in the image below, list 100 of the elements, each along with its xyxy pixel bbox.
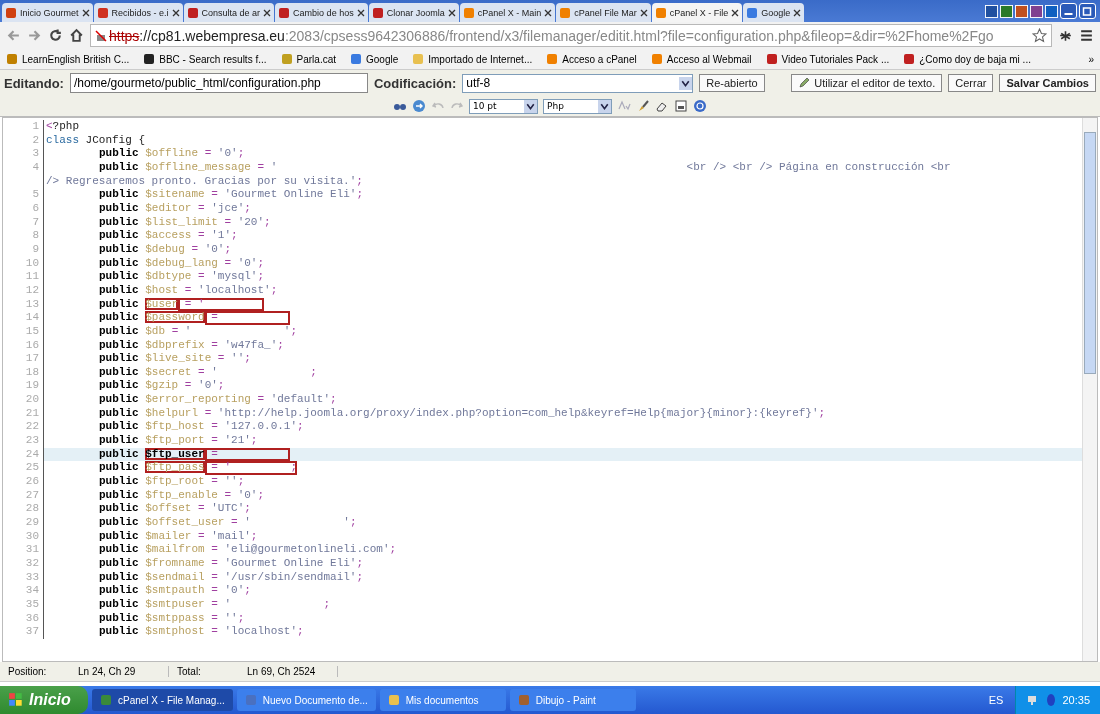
bookmark[interactable]: Importado de Internet... xyxy=(412,53,533,65)
close-icon[interactable] xyxy=(731,8,740,17)
favicon-icon xyxy=(765,53,778,65)
favicon-icon xyxy=(280,53,293,65)
star-icon[interactable] xyxy=(1032,28,1047,43)
code-line: public $gzip = '0'; xyxy=(98,379,225,394)
code-line: public $offline_message = ' <br /> <br /> Página en construcción <br xyxy=(98,160,951,175)
code-line: public $dbtype = 'mysql'; xyxy=(98,270,265,284)
bookmark[interactable]: LearnEnglish British C... xyxy=(6,53,130,65)
favicon-icon xyxy=(654,6,667,19)
code-line: /> Regresaremos pronto. Gracias por su visita.'; xyxy=(45,174,363,189)
bookmark[interactable]: Google xyxy=(350,53,399,65)
close-icon[interactable] xyxy=(356,8,365,17)
reload-icon[interactable] xyxy=(48,28,63,43)
window-icon[interactable] xyxy=(674,99,688,113)
favicon-icon xyxy=(903,53,916,65)
browser-tab[interactable]: Recibidos - e.i xyxy=(93,3,183,22)
code-line: public $debug = '0'; xyxy=(98,242,232,257)
browser-tab[interactable]: Cambio de hos xyxy=(275,3,368,22)
brush-icon[interactable] xyxy=(636,99,650,113)
code-line: public $ftp_host = '127.0.0.1'; xyxy=(98,420,304,435)
app-icon[interactable] xyxy=(985,4,998,18)
address-field[interactable]: https://cp81.webempresa.eu:2083/cpsess9642306886/frontend/x3/filemanager/editit.html?file=configuration.php&fileop=&dir=%2Fhome%2Fgo xyxy=(90,24,1052,47)
back-icon[interactable] xyxy=(6,28,21,43)
bookmark[interactable]: Parla.cat xyxy=(280,53,336,65)
browser-tab[interactable]: Inicio Gourmet xyxy=(2,3,93,22)
total-label: Total: xyxy=(176,666,202,677)
app-icon[interactable] xyxy=(1015,4,1028,18)
code-line: public $live_site = ''; xyxy=(98,352,251,366)
code-line: public $sendmail = '/usr/sbin/sendmail'; xyxy=(98,570,364,585)
restore-icon[interactable] xyxy=(1079,3,1096,19)
encoding-label: Codificación: xyxy=(373,75,457,91)
app-icon[interactable] xyxy=(1030,4,1043,18)
app-icon xyxy=(517,694,530,706)
close-icon[interactable] xyxy=(544,8,553,17)
code-line: public $error_reporting = 'default'; xyxy=(98,393,337,407)
font-size-select[interactable]: 10 pt xyxy=(469,98,538,114)
app-icon[interactable] xyxy=(1045,4,1058,18)
text-editor-button[interactable]: Utilizar el editor de texto. xyxy=(791,74,943,92)
menu-icon[interactable] xyxy=(1079,28,1094,43)
taskbar-item[interactable]: cPanel X - File Manag... xyxy=(92,689,233,711)
minimize-icon[interactable] xyxy=(1060,3,1077,19)
close-icon[interactable] xyxy=(639,8,648,17)
position-value: Ln 24, Ch 29 xyxy=(78,666,169,677)
close-icon[interactable] xyxy=(263,8,272,17)
bookmark[interactable]: Video Tutoriales Pack ... xyxy=(765,53,890,65)
favicon-icon xyxy=(96,6,109,19)
encoding-select[interactable]: utf-8 xyxy=(462,73,694,93)
code-line: class JConfig { xyxy=(45,133,146,148)
code-line: public $offset = 'UTC'; xyxy=(98,502,251,517)
code-line: public $dbprefix = 'w47fa_'; xyxy=(98,338,284,353)
forward-icon[interactable] xyxy=(27,28,42,43)
favicon-icon xyxy=(350,53,362,65)
code-line: public $debug_lang = '0'; xyxy=(98,256,265,271)
code-line: public $mailer = 'mail'; xyxy=(98,529,258,544)
code-line: <?php xyxy=(45,120,79,134)
bookmark[interactable]: BBC - Search results f... xyxy=(143,53,267,65)
app-icon[interactable] xyxy=(1000,4,1013,18)
bookmark[interactable]: ¿Como doy de baja mi ... xyxy=(903,53,1031,65)
browser-tab[interactable]: Clonar Joomla xyxy=(368,3,459,22)
browser-tab[interactable]: Consulta de ar xyxy=(183,3,275,22)
close-icon[interactable] xyxy=(793,8,802,17)
broken-lock-icon xyxy=(95,29,107,42)
app-icon xyxy=(100,694,112,706)
code-line: public $db = ' '; xyxy=(98,324,298,339)
browser-tab[interactable]: cPanel File Mar xyxy=(556,3,651,22)
code-line: public $host = 'localhost'; xyxy=(98,283,278,298)
pencil-icon xyxy=(798,77,811,89)
code-line: public $list_limit = '20'; xyxy=(98,215,271,230)
bookmark[interactable]: Acceso al Webmail xyxy=(650,53,752,65)
favicon-icon xyxy=(650,53,663,65)
bookmark[interactable]: Acceso a cPanel xyxy=(546,53,637,65)
reopen-button[interactable]: Re-abierto xyxy=(699,74,765,92)
browser-tab[interactable]: Google xyxy=(743,3,805,22)
browser-tab[interactable]: cPanel X - Main xyxy=(459,3,556,22)
syntax-select[interactable]: Php xyxy=(543,98,612,114)
close-icon[interactable] xyxy=(171,8,180,17)
scrollbar[interactable] xyxy=(1082,118,1097,661)
code-line: public $smtppass = ''; xyxy=(98,611,245,626)
language-indicator[interactable]: ES xyxy=(980,694,1012,706)
browser-tab[interactable]: cPanel X - File xyxy=(651,3,743,22)
home-icon[interactable] xyxy=(69,28,84,43)
code-line: public $ftp_enable = '0'; xyxy=(98,488,265,503)
taskbar-item[interactable]: Mis documentos xyxy=(379,689,506,711)
taskbar-item[interactable]: Dibujo - Paint xyxy=(509,689,636,711)
bug-icon[interactable] xyxy=(1058,28,1073,43)
taskbar-item[interactable]: Nuevo Documento de... xyxy=(236,689,376,711)
code-line: public $access = '1'; xyxy=(98,229,238,243)
code-line: public $fromname = 'Gourmet Online Eli'; xyxy=(98,557,364,571)
clock: 20:35 xyxy=(1062,694,1090,706)
close-button[interactable]: Cerrar xyxy=(948,74,994,92)
favicon-icon xyxy=(412,53,425,65)
path-field[interactable]: /home/gourmeto/public_html/configuration.php xyxy=(69,73,368,93)
save-button[interactable]: Salvar Cambios xyxy=(999,74,1096,92)
close-icon[interactable] xyxy=(81,8,90,17)
start-button[interactable]: Inicio xyxy=(0,686,88,714)
more-bookmarks-button[interactable]: » xyxy=(1088,53,1094,65)
close-icon[interactable] xyxy=(447,8,456,17)
help-icon[interactable] xyxy=(693,99,707,113)
goto-icon[interactable] xyxy=(412,99,426,113)
